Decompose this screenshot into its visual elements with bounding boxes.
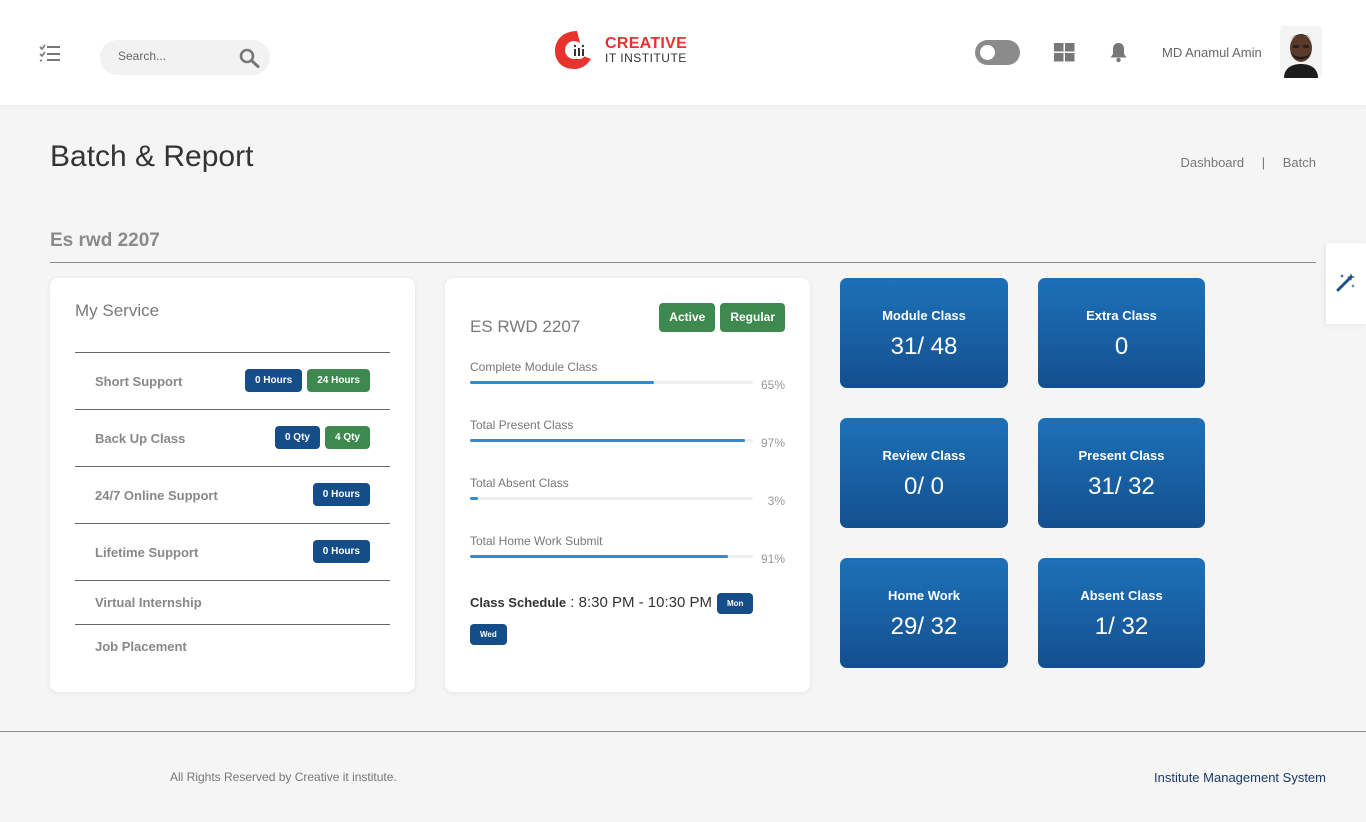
- section-divider: [50, 262, 1316, 263]
- stat-review-class[interactable]: Review Class 0/ 0: [840, 418, 1008, 528]
- batch-status-badges: Active Regular: [659, 303, 785, 332]
- breadcrumb-dashboard[interactable]: Dashboard: [1181, 155, 1245, 170]
- my-service-title: My Service: [75, 301, 160, 320]
- stat-label: Extra Class: [1086, 308, 1157, 323]
- service-badges: 0 Hours 24 Hours: [244, 369, 370, 392]
- service-row-virtual-internship: Virtual Internship: [75, 580, 390, 624]
- stat-extra-class[interactable]: Extra Class 0: [1038, 278, 1205, 388]
- stat-value: 31/ 48: [890, 333, 958, 360]
- service-list: Short Support 0 Hours 24 Hours Back Up C…: [75, 352, 390, 668]
- batch-title: ES RWD 2207: [470, 317, 581, 336]
- used-qty-badge: 0 Qty: [274, 426, 320, 449]
- schedule-label: Class Schedule: [470, 595, 567, 610]
- stat-value: 29/ 32: [890, 613, 958, 640]
- progress-label: Total Present Class: [470, 418, 574, 432]
- used-hours-badge: 0 Hours: [312, 483, 370, 506]
- progress-fill: [470, 497, 479, 500]
- used-hours-badge: 0 Hours: [312, 540, 370, 563]
- top-header: CREATIVE IT INSTITUTE MD Anamul Amin: [0, 0, 1366, 105]
- progress-track: [470, 381, 753, 384]
- service-row-job-placement: Job Placement: [75, 624, 390, 668]
- service-row-backup-class: Back Up Class 0 Qty 4 Qty: [75, 409, 390, 466]
- user-name[interactable]: MD Anamul Amin: [1162, 45, 1262, 60]
- progress-track: [470, 497, 753, 500]
- breadcrumb-batch[interactable]: Batch: [1283, 155, 1316, 170]
- service-badges: 0 Hours: [312, 483, 370, 506]
- regular-status-badge: Regular: [720, 303, 785, 332]
- batch-summary-card: ES RWD 2207 Active Regular Complete Modu…: [445, 278, 810, 692]
- brand-subtitle: IT INSTITUTE: [605, 51, 687, 65]
- stat-absent-class[interactable]: Absent Class 1/ 32: [1038, 558, 1205, 668]
- progress-percent: 97%: [760, 436, 785, 450]
- progress-percent: 91%: [760, 552, 785, 566]
- used-hours-badge: 0 Hours: [244, 369, 303, 392]
- service-badges: 0 Qty 4 Qty: [274, 426, 370, 449]
- service-row-short-support: Short Support 0 Hours 24 Hours: [75, 352, 390, 409]
- stat-label: Module Class: [882, 308, 966, 323]
- theme-toggle[interactable]: [975, 40, 1020, 65]
- apps-grid-icon[interactable]: [1054, 43, 1075, 62]
- schedule-time: : 8:30 PM - 10:30 PM: [566, 594, 713, 611]
- service-label: Virtual Internship: [95, 595, 202, 610]
- progress-track: [470, 439, 753, 442]
- stat-value: 31/ 32: [1088, 473, 1155, 500]
- service-label: 24/7 Online Support: [95, 488, 218, 503]
- footer-copyright: All Rights Reserved by Creative it insti…: [170, 770, 397, 784]
- stat-value: 0: [1114, 333, 1129, 360]
- progress-percent: 65%: [760, 378, 785, 392]
- progress-label: Total Home Work Submit: [470, 534, 603, 548]
- magic-wand-icon: [1336, 272, 1356, 292]
- service-label: Job Placement: [95, 639, 187, 654]
- customizer-side-tab[interactable]: [1326, 243, 1366, 324]
- available-hours-badge: 24 Hours: [307, 369, 370, 392]
- stat-label: Present Class: [1078, 448, 1165, 463]
- toggle-knob: [980, 45, 995, 60]
- batch-name-heading: Es rwd 2207: [50, 230, 160, 251]
- brand-logo[interactable]: CREATIVE IT INSTITUTE: [553, 28, 693, 72]
- progress-present-class: Total Present Class 97%: [470, 418, 785, 458]
- avatar[interactable]: [1280, 26, 1322, 78]
- service-badges: 0 Hours: [312, 540, 370, 563]
- service-row-online-support: 24/7 Online Support 0 Hours: [75, 466, 390, 523]
- stat-present-class[interactable]: Present Class 31/ 32: [1038, 418, 1205, 528]
- schedule-day-badge: Mon: [717, 593, 754, 614]
- stat-module-class[interactable]: Module Class 31/ 48: [840, 278, 1008, 388]
- progress-absent-class: Total Absent Class 3%: [470, 476, 785, 516]
- footer-divider: [0, 731, 1366, 732]
- class-schedule: Class Schedule : 8:30 PM - 10:30 PM Mon …: [470, 593, 790, 645]
- service-row-lifetime-support: Lifetime Support 0 Hours: [75, 523, 390, 580]
- search-box: [100, 40, 270, 75]
- footer-system-link[interactable]: Institute Management System: [1154, 770, 1326, 785]
- notification-bell-icon[interactable]: [1109, 42, 1128, 63]
- service-label: Short Support: [95, 374, 183, 389]
- stat-value: 0/ 0: [903, 473, 945, 500]
- stat-value: 1/ 32: [1094, 613, 1149, 640]
- progress-label: Total Absent Class: [470, 476, 569, 490]
- progress-label: Complete Module Class: [470, 360, 598, 374]
- progress-complete-module: Complete Module Class 65%: [470, 360, 785, 400]
- service-label: Back Up Class: [95, 431, 186, 446]
- progress-fill: [470, 555, 728, 558]
- active-status-badge: Active: [659, 303, 716, 332]
- search-input[interactable]: [118, 49, 228, 63]
- menu-toggle-icon[interactable]: [38, 43, 62, 63]
- brand-logo-icon: [555, 31, 591, 69]
- stat-label: Review Class: [882, 448, 966, 463]
- service-label: Lifetime Support: [95, 545, 199, 560]
- stat-label: Absent Class: [1080, 588, 1163, 603]
- progress-fill: [470, 439, 745, 442]
- schedule-day-badge: Wed: [470, 624, 507, 645]
- available-qty-badge: 4 Qty: [324, 426, 370, 449]
- breadcrumb: Dashboard | Batch: [1181, 155, 1317, 170]
- stat-label: Home Work: [888, 588, 960, 603]
- stat-home-work[interactable]: Home Work 29/ 32: [840, 558, 1008, 668]
- progress-track: [470, 555, 753, 558]
- progress-percent: 3%: [767, 494, 785, 508]
- search-icon[interactable]: [239, 48, 261, 68]
- page-title: Batch & Report: [50, 140, 254, 173]
- progress-fill: [470, 381, 654, 384]
- progress-homework-submit: Total Home Work Submit 91%: [470, 534, 785, 574]
- breadcrumb-separator: |: [1261, 155, 1266, 170]
- my-service-card: My Service Short Support 0 Hours 24 Hour…: [50, 278, 415, 692]
